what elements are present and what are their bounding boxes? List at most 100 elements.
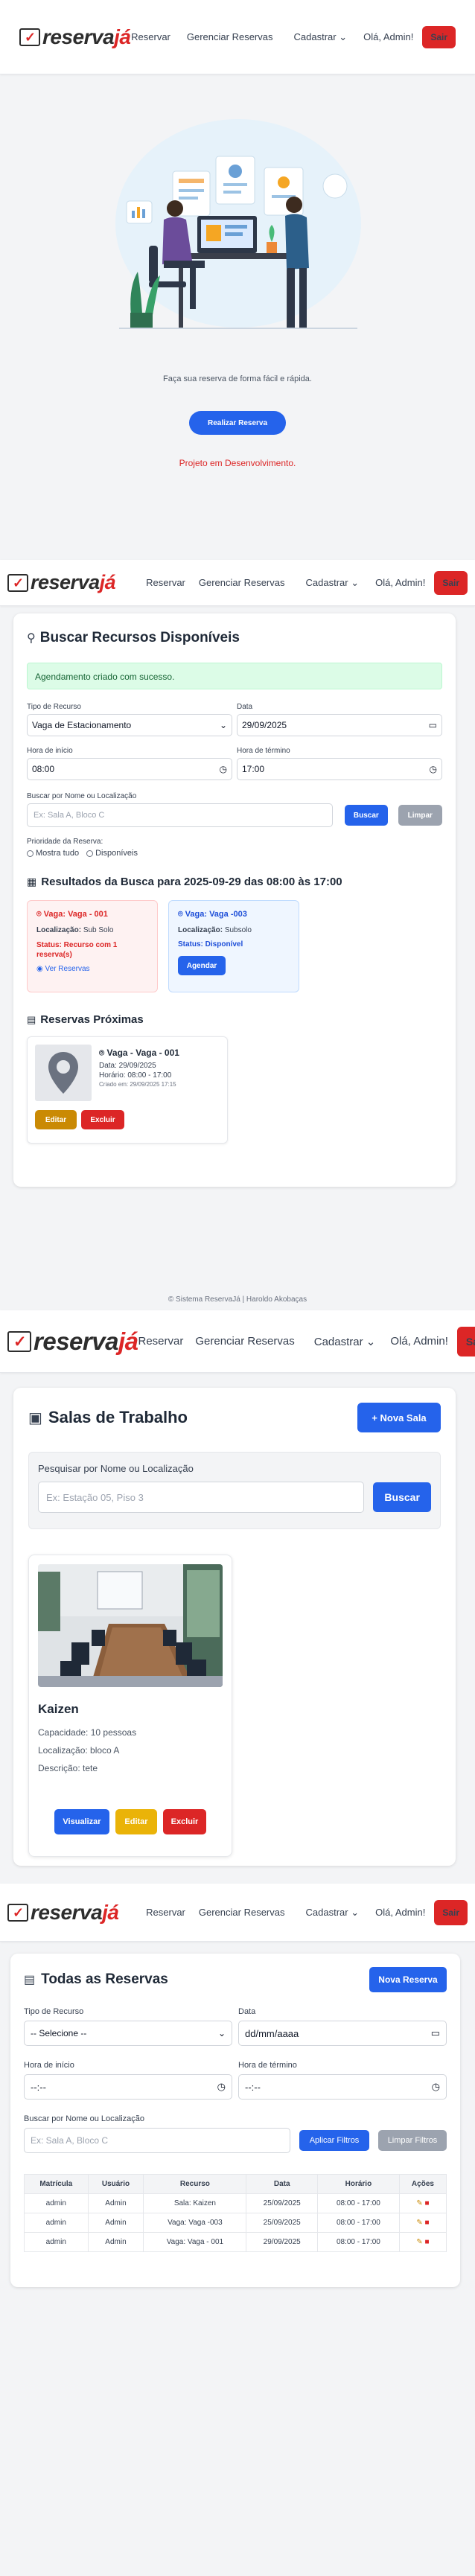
trash-icon[interactable]: ■ [424,2199,429,2207]
page-title: Todas as Reservas [41,1971,168,1987]
tipo-select[interactable]: -- Selecione -- ⌄ [24,2021,232,2046]
clear-button[interactable]: Limpar [398,805,442,826]
logout-button[interactable]: Sair [434,1899,468,1925]
cell-recurso: Vaga: Vaga -003 [143,2213,247,2233]
upcoming-card: ⌾ Vaga - Vaga - 001 Data: 29/09/2025 Hor… [27,1036,228,1144]
logout-button[interactable]: Sair [456,1326,475,1356]
nav-cadastrar[interactable]: Cadastrar ⌄ [306,577,360,589]
footer: © Sistema ReservaJá | Haroldo Akobaças [168,1295,307,1304]
nav-reservar[interactable]: Reservar [146,1907,185,1918]
search-input[interactable]: Ex: Sala A, Bloco C [27,803,334,827]
col-usuario: Usuário [87,2174,144,2194]
nav-reservar[interactable]: Reservar [146,577,185,588]
start-time-input[interactable]: --:-- ◷ [24,2074,232,2100]
cell-usuario: Admin [87,2213,144,2233]
dev-notice: Projeto em Desenvolvimento. [179,458,296,468]
trash-icon[interactable]: ■ [424,2238,429,2246]
chevron-down-icon: ⌄ [351,1906,360,1918]
edit-button[interactable]: Editar [115,1809,157,1834]
clock-icon[interactable]: ◷ [220,764,227,774]
logout-button[interactable]: Sair [434,570,468,595]
start-time-value: 08:00 [32,764,55,774]
new-room-button[interactable]: + Nova Sala [357,1403,441,1432]
search-screen: ✓ reserva já Reservar Gerenciar Reservas … [0,560,475,1310]
brand-logo[interactable]: ✓ reserva já [7,1327,138,1356]
nav-reservar[interactable]: Reservar [138,1335,183,1348]
search-placeholder: Ex: Estação 05, Piso 3 [46,1491,144,1503]
nav-gerenciar[interactable]: Gerenciar Reservas [199,577,285,588]
cell-matricula: admin [24,2193,89,2213]
nav-greeting: Olá, Admin! [363,31,414,42]
cell-horario: 08:00 - 17:00 [316,2213,400,2233]
map-pin-icon: ⌾ [99,1048,105,1058]
priority-label: Prioridade da Reserva: [27,838,103,846]
brand-part2: já [114,25,131,48]
clock-icon[interactable]: ◷ [430,764,437,774]
view-reservations-link[interactable]: ◉ Ver Reservas [36,965,148,973]
clock-icon[interactable]: ◷ [432,2081,440,2093]
delete-button[interactable]: Excluir [163,1809,206,1834]
new-reservation-button[interactable]: Nova Reserva [369,1967,447,1992]
brand-part1: reserva [42,25,115,48]
brand-logo[interactable]: ✓ reserva já [7,1901,119,1925]
nav-greeting: Olá, Admin! [390,1335,448,1348]
room-search-button[interactable]: Buscar [373,1482,431,1512]
nav-cadastrar[interactable]: Cadastrar ⌄ [306,1907,360,1919]
end-time-input[interactable]: 17:00 ◷ [237,758,442,780]
home-screen: ✓ reserva já Reservar Gerenciar Reservas … [0,0,475,566]
calendar-icon[interactable]: ▭ [431,2027,440,2039]
trash-icon[interactable]: ■ [424,2219,429,2227]
rooms-card: ▣ Salas de Trabalho + Nova Sala Pesquisa… [13,1388,456,1866]
date-value: 29/09/2025 [242,720,287,730]
radio-available[interactable] [86,849,94,857]
delete-button[interactable]: Excluir [81,1110,124,1129]
radio-show-all[interactable] [27,849,34,857]
map-pin-icon: ⌾ [178,910,183,919]
end-time-input[interactable]: --:-- ◷ [238,2074,447,2100]
result-status: Status: Disponível [178,940,243,949]
nav-cadastrar-label: Cadastrar [305,576,348,588]
filter-search-input[interactable]: Ex: Sala A, Bloco C [24,2128,290,2153]
reservations-card: ▤ Todas as Reservas Nova Reserva Tipo de… [10,1954,460,2287]
cell-matricula: admin [24,2232,89,2252]
search-button[interactable]: Buscar [345,805,388,826]
edit-icon[interactable]: ✎ [416,2219,422,2227]
calendar-icon[interactable]: ▭ [429,720,437,730]
view-button[interactable]: Visualizar [54,1809,109,1834]
inicio-label: Hora de início [27,747,73,755]
clear-filters-button[interactable]: Limpar Filtros [378,2130,447,2151]
nav-reservar[interactable]: Reservar [131,31,170,42]
brand-logo[interactable]: ✓ reserva já [7,571,116,594]
edit-button[interactable]: Editar [35,1110,77,1129]
edit-icon[interactable]: ✎ [416,2199,422,2207]
col-acoes: Ações [398,2174,447,2194]
clock-icon[interactable]: ◷ [217,2081,226,2093]
result-card-available: ⌾ Vaga: Vaga -003 Localização: Subsolo S… [168,900,299,992]
nav-cadastrar[interactable]: Cadastrar ⌄ [314,1335,376,1348]
search-icon: ⚲ [27,632,36,645]
date-input[interactable]: 29/09/2025 ▭ [237,714,442,736]
make-reservation-button[interactable]: Realizar Reserva [189,411,286,435]
edit-icon[interactable]: ✎ [416,2238,422,2246]
tipo-select[interactable]: Vaga de Estacionamento ⌄ [27,714,232,736]
date-input[interactable]: dd/mm/aaaa ▭ [238,2021,447,2046]
tipo-select-value: Vaga de Estacionamento [32,720,132,730]
nav-gerenciar[interactable]: Gerenciar Reservas [187,31,273,42]
map-pin-icon: ⌾ [36,910,42,919]
page-title: Buscar Recursos Disponíveis [39,630,240,645]
cell-horario: 08:00 - 17:00 [316,2193,400,2213]
search-placeholder: Ex: Sala A, Bloco C [34,811,105,820]
nav-gerenciar[interactable]: Gerenciar Reservas [199,1907,285,1918]
cell-usuario: Admin [87,2193,144,2213]
start-time-input[interactable]: 08:00 ◷ [27,758,232,780]
room-search-input[interactable]: Ex: Estação 05, Piso 3 [38,1482,365,1513]
nav-gerenciar[interactable]: Gerenciar Reservas [195,1335,294,1348]
logout-button[interactable]: Sair [422,25,456,48]
upcoming-date: Data: 29/09/2025 [99,1062,156,1070]
brand-logo[interactable]: ✓ reserva já [19,25,131,49]
brand-part2: já [99,571,116,593]
nav-cadastrar-label: Cadastrar [305,1906,348,1918]
nav-cadastrar[interactable]: Cadastrar ⌄ [294,31,348,43]
schedule-button[interactable]: Agendar [178,956,226,975]
apply-filters-button[interactable]: Aplicar Filtros [299,2130,369,2151]
